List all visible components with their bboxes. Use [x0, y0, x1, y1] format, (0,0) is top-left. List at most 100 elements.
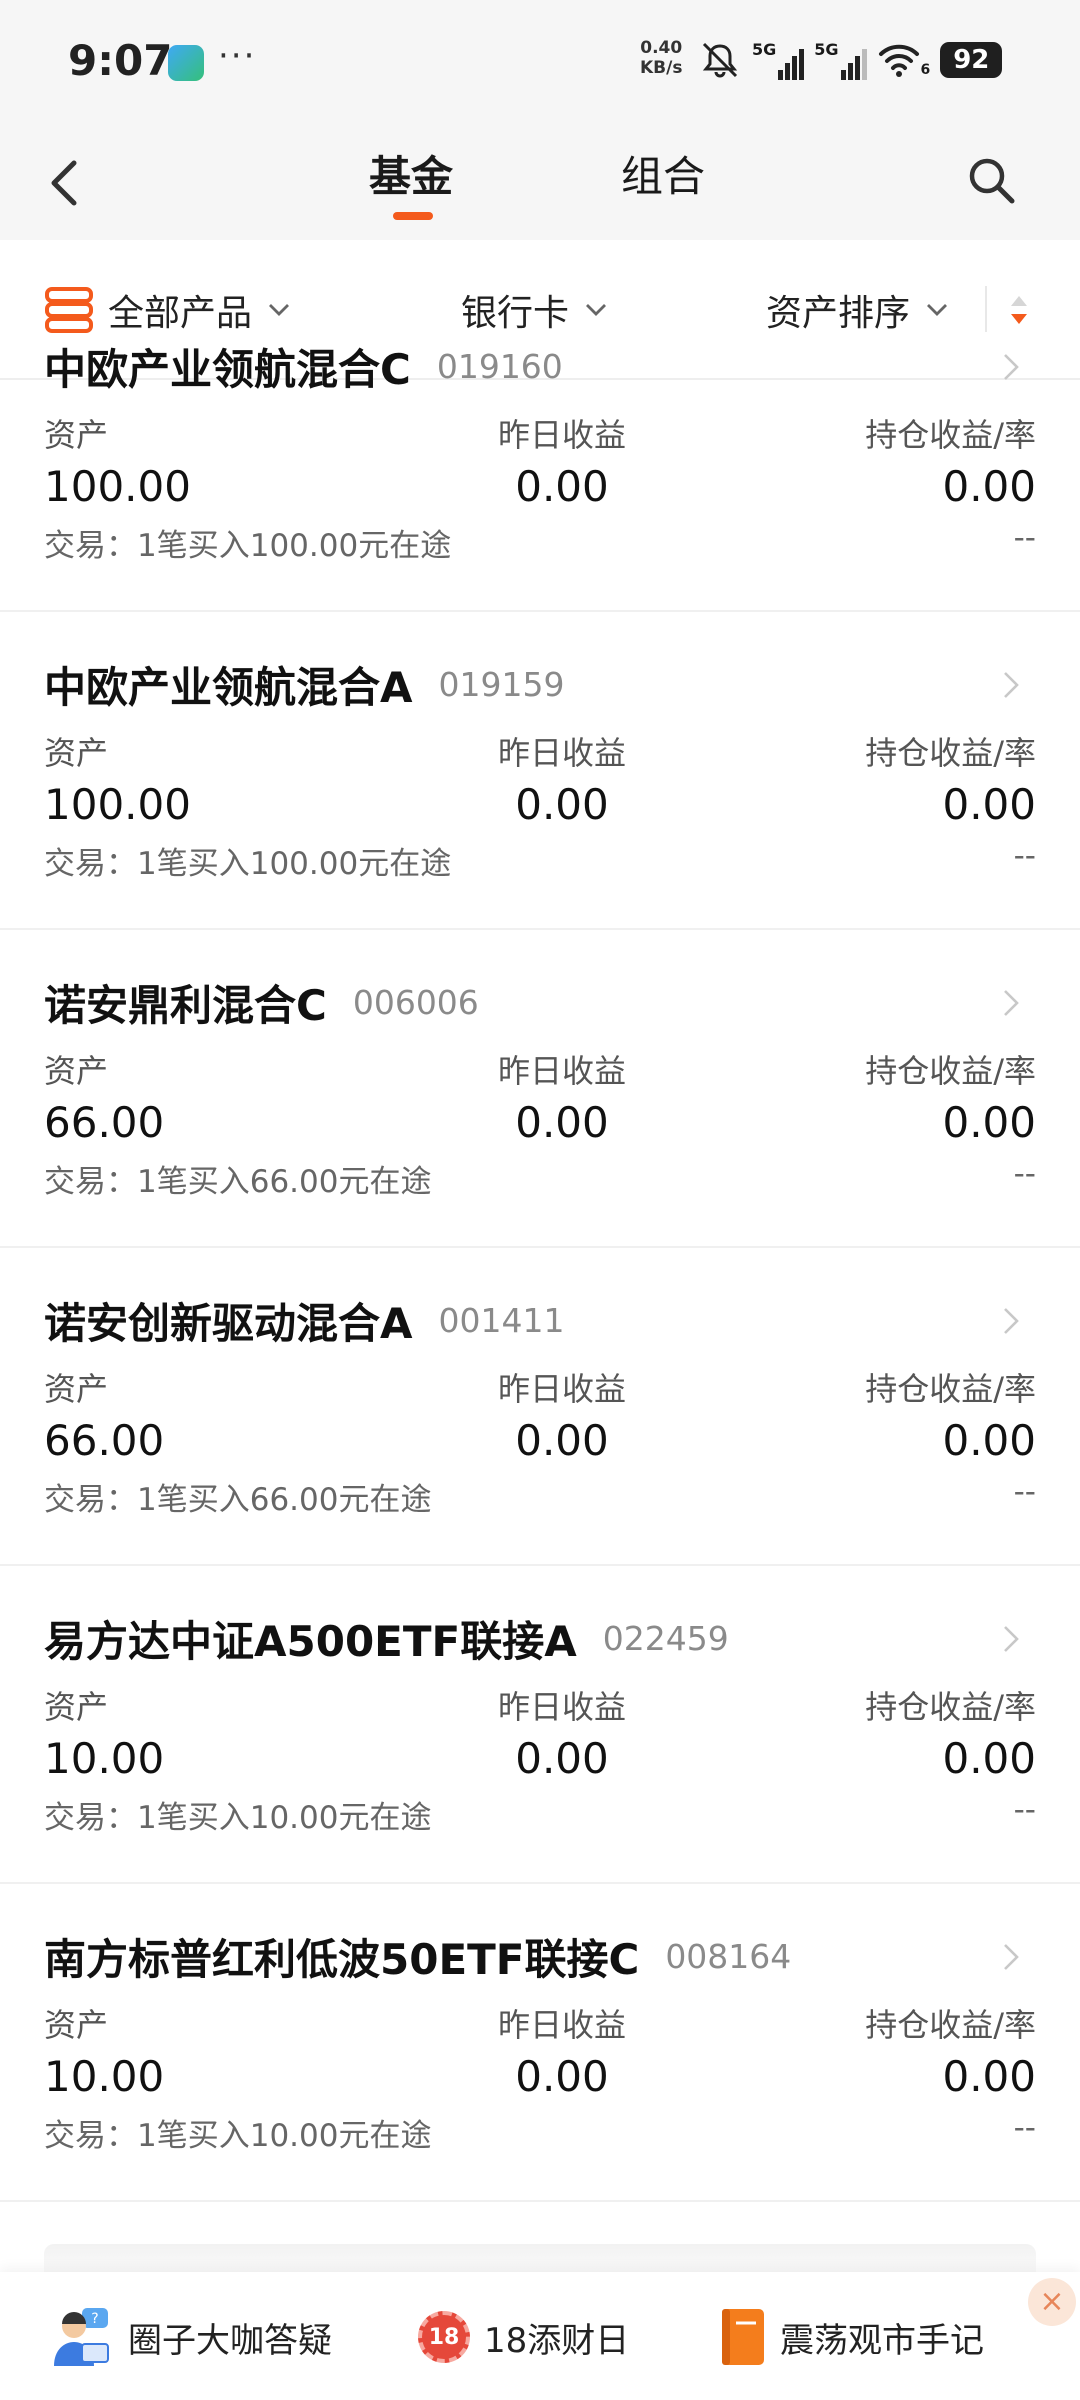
fund-name: 中欧产业领航混合C	[44, 344, 411, 394]
divider	[985, 286, 987, 332]
fund-code: 001411	[438, 1300, 565, 1340]
expert-icon: ?	[54, 2308, 109, 2366]
fund-name: 诺安鼎利混合C	[44, 980, 327, 1030]
fund-code: 019159	[438, 664, 565, 704]
yesterday-income-value: 0.00	[515, 780, 609, 829]
bottom-bar: ? 圈子大咖答疑 18 18添财日 震荡观市手记	[0, 2272, 1080, 2400]
yesterday-income-value: 0.00	[515, 1734, 609, 1783]
fund-code: 019160	[436, 346, 563, 386]
chevron-right-icon	[1004, 1944, 1019, 1970]
holding-rate-value: --	[1013, 1792, 1036, 1828]
trade-status: 交易：1笔买入100.00元在途	[44, 846, 452, 882]
bottom-item-market-notes-label: 震荡观市手记	[780, 2320, 984, 2361]
yesterday-income-label: 昨日收益	[497, 1370, 626, 1408]
yesterday-income-label: 昨日收益	[497, 1688, 626, 1726]
assets-label: 资产	[44, 1688, 109, 1726]
holding-income-label: 持仓收益/率	[865, 1370, 1036, 1408]
holding-rate-value: --	[1013, 1156, 1036, 1192]
holding-income-value: 0.00	[942, 462, 1036, 511]
chevron-right-icon	[1004, 354, 1019, 380]
mute-icon	[702, 42, 738, 78]
fund-card[interactable]: 南方标普红利低波50ETF联接C 008164 资产 昨日收益 持仓收益/率 1…	[0, 1884, 1080, 2202]
notebook-icon	[722, 2309, 764, 2365]
fund-name: 易方达中证A500ETF联接A	[44, 1616, 577, 1666]
trade-status: 交易：1笔买入66.00元在途	[44, 1164, 432, 1200]
filter-bank-card-label: 银行卡	[461, 293, 570, 334]
fund-card[interactable]: 诺安鼎利混合C 006006 资产 昨日收益 持仓收益/率 66.00 0.00…	[0, 930, 1080, 1248]
network-speed: 0.40 KB/s	[640, 38, 682, 78]
assets-label: 资产	[44, 734, 109, 772]
filter-all-products[interactable]: 全部产品	[44, 284, 292, 336]
close-icon[interactable]: ×	[1028, 2278, 1076, 2326]
bottom-item-wealth-day-label: 18添财日	[484, 2320, 630, 2361]
sort-order-icon[interactable]	[1006, 292, 1032, 328]
tab-portfolio[interactable]: 组合	[621, 143, 705, 204]
header: 基金 组合	[0, 125, 1080, 240]
holding-rate-value: --	[1013, 2110, 1036, 2146]
yesterday-income-value: 0.00	[515, 1416, 609, 1465]
chevron-right-icon	[1004, 672, 1019, 698]
trade-status: 交易：1笔买入100.00元在途	[44, 528, 452, 564]
battery-icon: 92	[940, 42, 1003, 78]
yesterday-income-label: 昨日收益	[497, 2006, 626, 2044]
search-icon[interactable]	[962, 151, 1022, 211]
assets-value: 100.00	[44, 462, 191, 511]
yesterday-income-label: 昨日收益	[497, 1052, 626, 1090]
yesterday-income-label: 昨日收益	[497, 416, 626, 454]
filter-asset-sort-label: 资产排序	[766, 293, 911, 334]
tab-active-indicator	[393, 212, 433, 220]
chevron-right-icon	[1004, 990, 1019, 1016]
fund-card[interactable]: 易方达中证A500ETF联接A 022459 资产 昨日收益 持仓收益/率 10…	[0, 1566, 1080, 1884]
chevron-down-icon	[927, 304, 948, 316]
app-notification-icon	[168, 45, 204, 81]
filter-bank-card[interactable]: 银行卡	[461, 284, 609, 336]
holding-income-label: 持仓收益/率	[865, 1688, 1036, 1726]
next-card-edge	[44, 2244, 1036, 2274]
assets-label: 资产	[44, 1052, 109, 1090]
signal-5g-icon: 5G	[752, 40, 805, 80]
fund-name: 诺安创新驱动混合A	[44, 1298, 413, 1348]
tab-fund[interactable]: 基金	[369, 143, 453, 204]
wifi-icon: 6	[877, 42, 930, 78]
holding-rate-value: --	[1013, 1474, 1036, 1510]
assets-value: 66.00	[44, 1416, 165, 1465]
fund-name: 中欧产业领航混合A	[44, 662, 413, 712]
holding-income-value: 0.00	[942, 2052, 1036, 2101]
holding-income-label: 持仓收益/率	[865, 416, 1036, 454]
yesterday-income-value: 0.00	[515, 462, 609, 511]
fund-list: 中欧产业领航混合C 019160 资产 昨日收益 持仓收益/率 100.00 0…	[0, 345, 1080, 2202]
holding-income-label: 持仓收益/率	[865, 1052, 1036, 1090]
fund-card[interactable]: 中欧产业领航混合A 019159 资产 昨日收益 持仓收益/率 100.00 0…	[0, 612, 1080, 930]
filter-asset-sort[interactable]: 资产排序	[766, 284, 950, 336]
bottom-item-expert-qa-label: 圈子大咖答疑	[128, 2320, 332, 2361]
assets-label: 资产	[44, 2006, 109, 2044]
assets-value: 10.00	[44, 1734, 165, 1783]
assets-value: 10.00	[44, 2052, 165, 2101]
holding-income-label: 持仓收益/率	[865, 2006, 1036, 2044]
filter-all-products-label: 全部产品	[108, 293, 253, 334]
assets-label: 资产	[44, 1370, 109, 1408]
bottom-item-wealth-day[interactable]: 18 18添财日	[418, 2302, 629, 2372]
svg-text:?: ?	[91, 2311, 98, 2327]
yesterday-income-label: 昨日收益	[497, 734, 626, 772]
back-button[interactable]	[40, 153, 90, 213]
bottom-item-expert-qa[interactable]: ? 圈子大咖答疑	[48, 2302, 332, 2372]
status-time: 9:07	[68, 36, 173, 85]
more-notifications-icon: ···	[218, 36, 257, 76]
fund-code: 006006	[352, 982, 479, 1022]
trade-status: 交易：1笔买入10.00元在途	[44, 2118, 432, 2154]
chevron-down-icon	[269, 304, 290, 316]
holding-income-label: 持仓收益/率	[865, 734, 1036, 772]
holding-rate-value: --	[1013, 838, 1036, 874]
chevron-down-icon	[586, 304, 607, 316]
yesterday-income-value: 0.00	[515, 2052, 609, 2101]
status-icons: 5G 5G 6 92	[698, 40, 1003, 80]
signal-5g-icon-2: 5G	[814, 40, 867, 80]
fund-card[interactable]: 中欧产业领航混合C 019160 资产 昨日收益 持仓收益/率 100.00 0…	[0, 338, 1080, 612]
trade-status: 交易：1笔买入66.00元在途	[44, 1482, 432, 1518]
badge-18-icon: 18	[418, 2311, 470, 2363]
yesterday-income-value: 0.00	[515, 1098, 609, 1147]
product-list-icon	[45, 287, 93, 333]
bottom-item-market-notes[interactable]: 震荡观市手记	[720, 2302, 984, 2372]
fund-card[interactable]: 诺安创新驱动混合A 001411 资产 昨日收益 持仓收益/率 66.00 0.…	[0, 1248, 1080, 1566]
